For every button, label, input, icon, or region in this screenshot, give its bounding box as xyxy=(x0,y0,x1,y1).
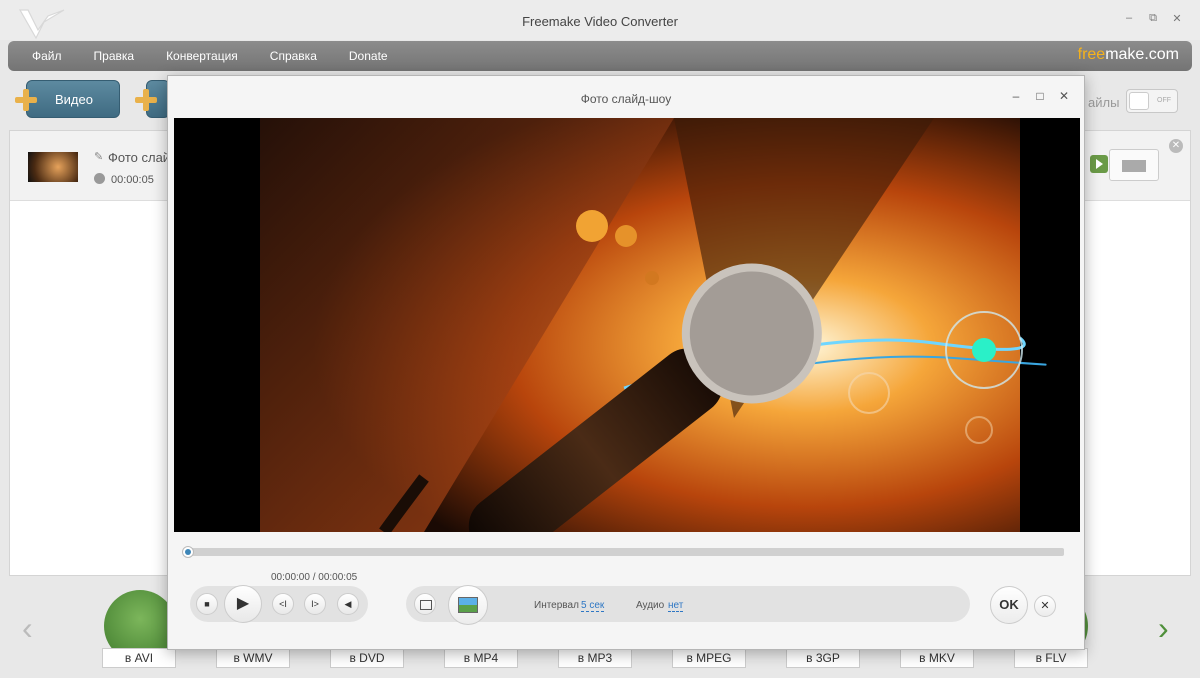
timecode: 00:00:00 / 00:00:05 xyxy=(271,572,358,583)
format-label: в AVI xyxy=(102,648,176,668)
plus-icon xyxy=(135,89,157,111)
chevron-left-icon[interactable]: ‹ xyxy=(22,610,33,647)
format-label: в FLV xyxy=(1014,648,1088,668)
audio-value[interactable]: нет xyxy=(668,600,684,612)
dialog-close-button[interactable]: ✕ xyxy=(1058,89,1070,103)
play-button[interactable]: ▶ xyxy=(224,585,262,623)
file-thumbnail xyxy=(28,152,78,182)
add-photo-button[interactable] xyxy=(414,593,436,615)
add-video-label: Видео xyxy=(55,92,93,107)
image-icon xyxy=(1122,160,1146,172)
photo-slideshow-dialog: Фото слайд-шоу – □ ✕ 00:00:00 / 00:00:05… xyxy=(167,75,1085,650)
format-label: в WMV xyxy=(216,648,290,668)
plus-icon xyxy=(15,89,37,111)
audio-label: Аудио xyxy=(636,600,665,611)
slideshow-settings xyxy=(406,586,970,622)
menu-edit[interactable]: Правка xyxy=(94,49,135,63)
brand-logo[interactable]: freemake.com xyxy=(1078,46,1179,64)
seek-handle[interactable] xyxy=(182,546,194,558)
format-label: в DVD xyxy=(330,648,404,668)
format-label: в MPEG xyxy=(672,648,746,668)
seek-bar[interactable] xyxy=(184,548,1064,556)
clock-icon xyxy=(94,173,105,184)
cancel-button[interactable]: ✕ xyxy=(1034,595,1056,617)
merge-files-label: айлы xyxy=(1088,95,1120,110)
brand-part1: free xyxy=(1077,46,1106,63)
interval-label: Интервал xyxy=(534,600,579,611)
slideshow-preview xyxy=(174,118,1080,532)
toggle-knob xyxy=(1129,92,1149,110)
volume-button[interactable]: ◀ xyxy=(337,593,359,615)
dialog-maximize-button[interactable]: □ xyxy=(1034,89,1046,103)
toggle-state-label: OFF xyxy=(1157,97,1171,104)
menu-file[interactable]: Файл xyxy=(32,49,62,63)
slideshow-thumbnail-button[interactable] xyxy=(1109,149,1159,181)
image-button[interactable] xyxy=(448,585,488,625)
menu-help[interactable]: Справка xyxy=(270,49,317,63)
menu-bar: Файл Правка Конвертация Справка Donate f… xyxy=(8,41,1192,71)
file-duration: 00:00:05 xyxy=(111,174,154,186)
play-icon[interactable] xyxy=(1090,155,1108,173)
next-frame-button[interactable]: I> xyxy=(304,593,326,615)
format-label: в MP4 xyxy=(444,648,518,668)
file-name: Фото слай xyxy=(108,150,171,165)
previous-frame-button[interactable]: <I xyxy=(272,593,294,615)
stop-button[interactable]: ■ xyxy=(196,593,218,615)
interval-value[interactable]: 5 сек xyxy=(581,600,605,612)
restore-button[interactable]: ⧉ xyxy=(1148,12,1158,25)
remove-item-icon[interactable]: ✕ xyxy=(1169,139,1183,153)
image-icon xyxy=(458,597,478,613)
minimize-button[interactable]: – xyxy=(1124,12,1134,25)
menu-convert[interactable]: Конвертация xyxy=(166,49,238,63)
format-label: в MKV xyxy=(900,648,974,668)
dialog-title: Фото слайд-шоу xyxy=(580,92,672,106)
add-video-button[interactable]: Видео xyxy=(26,80,120,118)
close-button[interactable]: ✕ xyxy=(1172,12,1182,25)
microphone-image xyxy=(174,118,1080,532)
format-label: в 3GP xyxy=(786,648,860,668)
pencil-icon[interactable]: ✎ xyxy=(94,150,103,163)
menu-donate[interactable]: Donate xyxy=(349,49,388,63)
brand-part2: make.com xyxy=(1105,46,1179,63)
merge-files-toggle[interactable]: OFF xyxy=(1126,89,1178,113)
window-title: Freemake Video Converter xyxy=(522,14,678,29)
format-label: в MP3 xyxy=(558,648,632,668)
ok-button[interactable]: OK xyxy=(990,586,1028,624)
title-bar: Freemake Video Converter – ⧉ ✕ xyxy=(0,0,1200,40)
dialog-minimize-button[interactable]: – xyxy=(1010,89,1022,103)
chevron-right-icon[interactable]: › xyxy=(1158,610,1169,647)
